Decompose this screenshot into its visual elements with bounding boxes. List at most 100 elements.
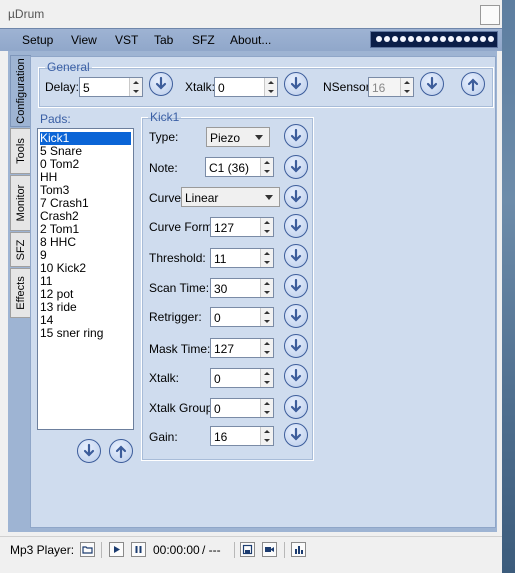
- type-send-button[interactable]: [284, 124, 308, 148]
- play-button[interactable]: [109, 542, 124, 557]
- circle-arrow-down-icon: [290, 399, 302, 413]
- scan-time-spinner[interactable]: [260, 279, 273, 297]
- pads-list[interactable]: Kick1 5 Snare 0 Tom2 HH Tom3 7 Crash1 Cr…: [37, 128, 134, 430]
- pad-item[interactable]: 13 ride: [40, 301, 131, 314]
- monitor-chart-button[interactable]: [291, 542, 306, 557]
- meter-led: [448, 36, 454, 42]
- kick-xtalk-input[interactable]: 0: [210, 368, 274, 388]
- general-xtalk-input[interactable]: 0: [214, 77, 278, 97]
- gain-spinner[interactable]: [260, 427, 273, 445]
- note-value: C1 (36): [209, 161, 250, 175]
- delay-input[interactable]: 5: [79, 77, 143, 97]
- note-input[interactable]: C1 (36): [205, 157, 274, 177]
- tab-configuration[interactable]: Configuration: [10, 55, 31, 127]
- circle-arrow-down-icon: [290, 368, 302, 382]
- chevron-down-icon: [265, 195, 273, 200]
- close-button[interactable]: [480, 5, 500, 25]
- pads-upload-button[interactable]: [109, 439, 133, 463]
- tab-sfz[interactable]: SFZ: [10, 232, 31, 267]
- menu-about[interactable]: About...: [230, 33, 271, 47]
- tab-effects[interactable]: Effects: [10, 268, 31, 318]
- gain-send-button[interactable]: [284, 423, 308, 447]
- open-file-button[interactable]: [80, 542, 95, 557]
- kick-xtalk-label: Xtalk:: [149, 371, 180, 385]
- delay-send-button[interactable]: [149, 72, 173, 96]
- curve-select[interactable]: Linear: [181, 187, 280, 207]
- circle-arrow-down-icon: [290, 128, 302, 142]
- menu-view[interactable]: View: [71, 33, 97, 47]
- circle-arrow-down-icon: [290, 159, 302, 173]
- xtalk-group-send-button[interactable]: [284, 395, 308, 419]
- tab-monitor-label: Monitor: [15, 184, 27, 222]
- curve-form-spinner[interactable]: [260, 218, 273, 236]
- general-xtalk-label: Xtalk:: [185, 80, 216, 94]
- pad-item[interactable]: 10 Kick2: [40, 262, 131, 275]
- pause-icon: [135, 546, 142, 553]
- player-bar: Mp3 Player: 00:00:00 / ---: [0, 536, 502, 563]
- xtalk-group-value: 0: [214, 402, 221, 416]
- menu-tab[interactable]: Tab: [154, 33, 173, 47]
- pause-button[interactable]: [131, 542, 146, 557]
- general-xtalk-send-button[interactable]: [284, 72, 308, 96]
- curve-send-button[interactable]: [284, 185, 308, 209]
- curve-form-send-button[interactable]: [284, 214, 308, 238]
- retrigger-input[interactable]: 0: [210, 307, 274, 327]
- note-send-button[interactable]: [284, 155, 308, 179]
- xtalk-group-spinner[interactable]: [260, 399, 273, 417]
- general-upload-button[interactable]: [461, 72, 485, 96]
- type-label: Type:: [149, 130, 179, 144]
- xtalk-group-input[interactable]: 0: [210, 398, 274, 418]
- scan-time-input[interactable]: 30: [210, 278, 274, 298]
- curve-value: Linear: [185, 191, 219, 205]
- threshold-send-button[interactable]: [284, 244, 308, 268]
- kick-xtalk-spinner[interactable]: [260, 369, 273, 387]
- circle-arrow-down-icon: [155, 76, 167, 90]
- mask-time-value: 127: [214, 342, 235, 356]
- retrigger-label: Retrigger:: [149, 310, 202, 324]
- menu-vst[interactable]: VST: [115, 33, 138, 47]
- meter-led: [472, 36, 478, 42]
- meter-led: [464, 36, 470, 42]
- scan-time-label: Scan Time:: [149, 281, 210, 295]
- tab-effects-label: Effects: [15, 276, 27, 310]
- tab-monitor[interactable]: Monitor: [10, 175, 31, 231]
- general-xtalk-value: 0: [218, 81, 225, 95]
- curve-form-input[interactable]: 127: [210, 217, 274, 237]
- record-button[interactable]: [262, 542, 277, 557]
- threshold-spinner[interactable]: [260, 249, 273, 267]
- mask-time-input[interactable]: 127: [210, 338, 274, 358]
- nsensor-input: 16: [368, 77, 414, 97]
- pad-item[interactable]: 8 HHC: [40, 236, 131, 249]
- save-button[interactable]: [240, 542, 255, 557]
- pads-download-button[interactable]: [77, 439, 101, 463]
- menu-sfz[interactable]: SFZ: [192, 33, 215, 47]
- pad-item[interactable]: 15 sner ring: [40, 327, 131, 340]
- tab-tools[interactable]: Tools: [10, 128, 31, 174]
- general-xtalk-spinner[interactable]: [264, 78, 277, 96]
- app-window: µDrum Setup View VST Tab SFZ About... Co…: [0, 0, 502, 573]
- retrigger-send-button[interactable]: [284, 304, 308, 328]
- mask-time-spinner[interactable]: [260, 339, 273, 357]
- delay-spinner[interactable]: [129, 78, 142, 96]
- type-select[interactable]: Piezo: [206, 127, 270, 147]
- player-total: / ---: [202, 543, 221, 557]
- circle-arrow-up-icon: [467, 78, 479, 92]
- note-spinner[interactable]: [260, 158, 273, 176]
- side-tabs: Configuration Tools Monitor SFZ Effects: [8, 51, 31, 532]
- retrigger-value: 0: [214, 311, 221, 325]
- xtalk-group-label: Xtalk Group:: [149, 401, 216, 415]
- toolbar-separator: [284, 542, 285, 558]
- nsensor-send-button[interactable]: [420, 72, 444, 96]
- mask-time-send-button[interactable]: [284, 334, 308, 358]
- nsensor-value: 16: [372, 81, 386, 95]
- meter-led: [376, 36, 382, 42]
- meter-led: [480, 36, 486, 42]
- retrigger-spinner[interactable]: [260, 308, 273, 326]
- curve-label: Curve:: [149, 191, 185, 205]
- menu-setup[interactable]: Setup: [22, 33, 53, 47]
- kick-xtalk-send-button[interactable]: [284, 364, 308, 388]
- threshold-input[interactable]: 11: [210, 248, 274, 268]
- gain-input[interactable]: 16: [210, 426, 274, 446]
- circle-arrow-down-icon: [290, 427, 302, 441]
- scan-time-send-button[interactable]: [284, 274, 308, 298]
